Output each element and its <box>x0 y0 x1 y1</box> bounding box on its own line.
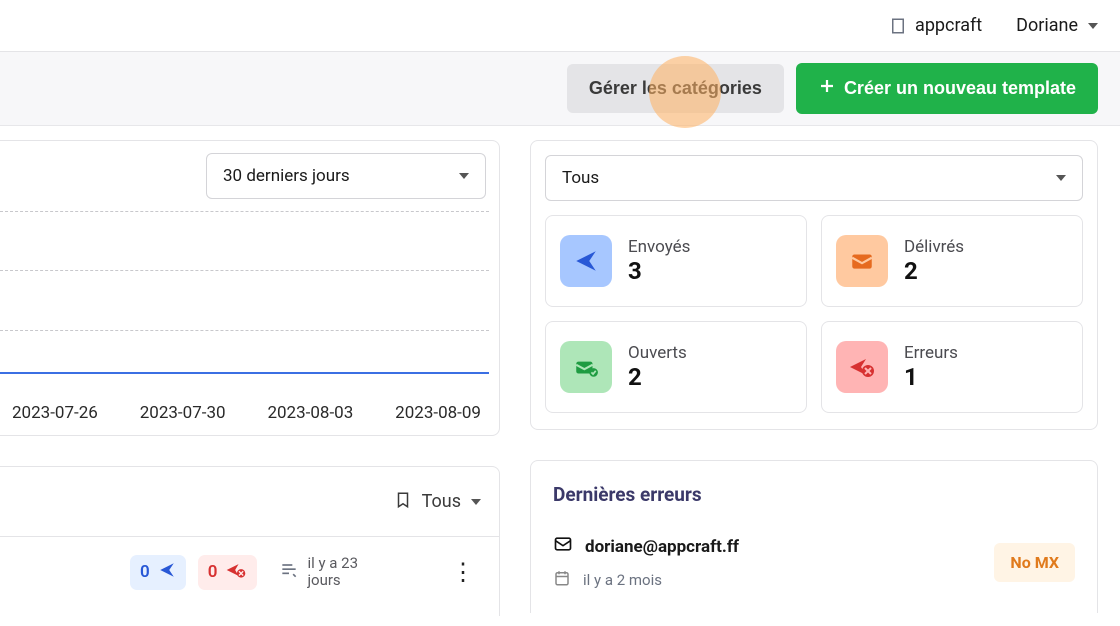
user-name: Doriane <box>1016 15 1078 36</box>
templates-list-header: Tous <box>0 467 499 537</box>
x-tick: 2023-08-09 <box>395 403 481 423</box>
error-badge: No MX <box>994 543 1075 582</box>
chevron-down-icon <box>459 173 469 179</box>
envelope-icon <box>553 534 573 559</box>
stat-errors: Erreurs 1 <box>821 321 1083 413</box>
stat-opened: Ouverts 2 <box>545 321 807 413</box>
period-select[interactable]: 30 derniers jours <box>206 153 486 199</box>
stat-value: 1 <box>904 363 958 391</box>
stat-value: 3 <box>628 257 690 285</box>
error-count: 0 <box>208 562 218 582</box>
gridline <box>0 330 489 331</box>
error-reltime: il y a 2 mois <box>583 571 662 589</box>
x-tick: 2023-07-30 <box>140 403 226 423</box>
gridline <box>0 211 489 212</box>
user-menu[interactable]: Doriane <box>1016 15 1098 36</box>
error-row[interactable]: doriane@appcraft.ff il y a 2 mois No MX <box>553 534 1075 591</box>
list-filter[interactable]: Tous <box>394 490 481 514</box>
sent-count: 0 <box>140 562 150 582</box>
org-switcher[interactable]: appcraft <box>889 15 982 36</box>
list-item-menu[interactable]: ⋮ <box>445 558 481 586</box>
chevron-down-icon <box>1056 175 1066 181</box>
building-icon <box>889 17 907 35</box>
period-select-label: 30 derniers jours <box>223 166 350 186</box>
list-item[interactable]: 0 0 il y a 23 jours <box>0 537 499 607</box>
chart-body: 2023-07-26 2023-07-30 2023-08-03 2023-08… <box>0 211 489 423</box>
chevron-down-icon <box>1088 23 1098 29</box>
envelope-image-icon <box>836 235 888 287</box>
bookmark-icon <box>394 490 412 514</box>
error-email: doriane@appcraft.ff <box>585 537 739 557</box>
chart-series-line <box>0 372 489 374</box>
stat-value: 2 <box>904 257 964 285</box>
stat-label: Erreurs <box>904 343 958 363</box>
topbar: appcraft Doriane <box>0 0 1120 52</box>
errors-panel: Dernières erreurs doriane@appcraft.ff il… <box>530 460 1098 613</box>
stat-sent: Envoyés 3 <box>545 215 807 307</box>
notes-icon <box>279 560 299 584</box>
chevron-down-icon <box>471 499 481 505</box>
error-pill: 0 <box>198 555 258 590</box>
stat-value: 2 <box>628 363 687 391</box>
button-label: Créer un nouveau template <box>844 78 1076 99</box>
x-tick: 2023-07-26 <box>12 403 98 423</box>
send-icon <box>560 235 612 287</box>
stats-panel: Tous Envoyés 3 <box>530 140 1098 430</box>
chart-panel: 30 derniers jours 2023-07-26 2023-07-30 … <box>0 140 500 436</box>
calendar-icon <box>553 569 571 591</box>
stats-filter-label: Tous <box>562 168 599 188</box>
list-filter-label: Tous <box>422 491 461 512</box>
templates-list-panel: Tous 0 0 <box>0 466 500 616</box>
stat-label: Envoyés <box>628 237 690 257</box>
send-icon <box>158 561 176 584</box>
sent-pill: 0 <box>130 555 186 590</box>
chart-x-axis: 2023-07-26 2023-07-30 2023-08-03 2023-08… <box>0 403 489 423</box>
stat-label: Délivrés <box>904 237 964 257</box>
manage-categories-button[interactable]: Gérer les catégories <box>567 64 784 113</box>
x-tick: 2023-08-03 <box>267 403 353 423</box>
send-error-icon <box>225 561 247 584</box>
org-name: appcraft <box>915 15 982 36</box>
stat-delivered: Délivrés 2 <box>821 215 1083 307</box>
stats-filter-select[interactable]: Tous <box>545 155 1083 201</box>
action-bar: Gérer les catégories Créer un nouveau te… <box>0 52 1120 126</box>
errors-panel-title: Dernières erreurs <box>553 483 1075 506</box>
list-item-reltime: il y a 23 jours <box>307 555 377 590</box>
stat-label: Ouverts <box>628 343 687 363</box>
gridline <box>0 270 489 271</box>
button-label: Gérer les catégories <box>589 78 762 99</box>
create-template-button[interactable]: Créer un nouveau template <box>796 63 1098 114</box>
envelope-open-icon <box>560 341 612 393</box>
kebab-icon: ⋮ <box>451 558 475 586</box>
send-error-icon <box>836 341 888 393</box>
plus-icon <box>818 77 836 100</box>
